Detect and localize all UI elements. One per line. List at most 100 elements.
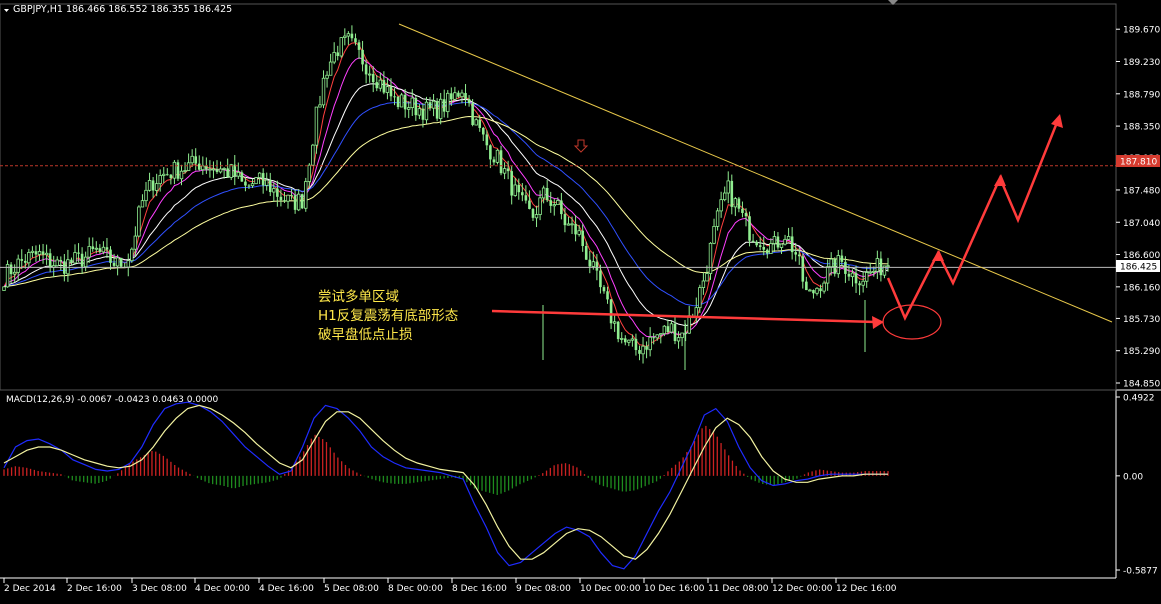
macd-tick-label: 0.00: [1123, 472, 1143, 482]
candle-body-bear: [350, 33, 354, 39]
candle-body-bear: [41, 251, 45, 255]
candle-body-bear: [215, 168, 219, 172]
candle-body-bull: [37, 251, 42, 255]
candle-body-bear: [48, 253, 52, 268]
candle-body-bull: [27, 252, 31, 264]
candle-body-bear: [205, 165, 208, 170]
candle-body-bull: [318, 104, 322, 108]
candle-body-bear: [485, 134, 489, 146]
price-tick-label: 188.790: [1123, 90, 1160, 100]
candle-body-bear: [442, 99, 446, 112]
candle-body-bull: [556, 200, 560, 206]
candle-body-bear: [414, 98, 418, 116]
candle-body-bear: [797, 254, 801, 257]
candle-body-bull: [417, 108, 422, 116]
candle-body-bear: [840, 255, 844, 262]
candle-body-bear: [638, 350, 641, 354]
candle-body-bull: [825, 266, 830, 284]
candle-body-bull: [410, 97, 414, 108]
candle-body-bear: [730, 180, 734, 207]
candle-body-bull: [343, 35, 347, 38]
candle-body-bear: [24, 260, 27, 263]
candle-body-bull: [190, 155, 194, 164]
time-tick-label: 5 Dec 08:00: [324, 584, 379, 594]
time-tick-label: 8 Dec 00:00: [388, 584, 443, 594]
resistance-label: 187.810: [1120, 158, 1157, 168]
candle-body-bear: [91, 246, 95, 249]
candle-body-bull: [669, 323, 674, 333]
candle-body-bull: [431, 100, 436, 109]
candle-body-bear: [517, 184, 521, 193]
candle-body-bear: [336, 52, 340, 56]
candle-body-bull: [172, 161, 177, 179]
candle-body-bear: [109, 249, 112, 263]
candle-body-bull: [218, 168, 223, 173]
candle-body-bull: [307, 164, 312, 182]
candle-body-bull: [73, 252, 77, 264]
candle-body-bull: [655, 334, 659, 339]
candle-body-bull: [314, 106, 319, 146]
candle-body-bear: [801, 256, 805, 282]
candle-body-bull: [133, 235, 138, 250]
candle-body-bear: [563, 214, 567, 226]
candle-body-bear: [673, 323, 677, 341]
candle-body-bear: [98, 248, 102, 252]
candle-body-bear: [478, 119, 482, 128]
candle-body-bull: [701, 280, 706, 288]
candle-body-bear: [467, 99, 471, 104]
candle-body-bear: [279, 196, 283, 201]
candle-body-bear: [371, 74, 375, 83]
candle-body-bear: [599, 270, 602, 288]
candle-body-bear: [751, 240, 755, 242]
candle-body-bull: [446, 92, 450, 113]
current-price-label: 186.425: [1120, 263, 1157, 273]
candle-body-bear: [20, 259, 24, 261]
candle-body-bull: [708, 242, 713, 274]
candle-body-bull: [30, 250, 35, 253]
price-chart-svg[interactable]: 189.670189.230188.790188.350187.920187.4…: [0, 0, 1161, 600]
candle-body-bear: [421, 108, 425, 120]
candle-body-bear: [361, 49, 364, 65]
candle-body-bear: [166, 174, 169, 176]
candle-body-bear: [112, 262, 116, 266]
candle-body-bull: [378, 79, 383, 89]
candle-body-bear: [506, 168, 510, 172]
candle-body-bear: [268, 180, 272, 193]
price-tick-label: 184.850: [1123, 380, 1160, 390]
candle-body-bull: [783, 238, 787, 245]
candle-body-bear: [428, 102, 432, 109]
candle-body-bull: [140, 200, 145, 208]
candle-body-bull: [698, 287, 702, 309]
candle-body-bull: [850, 272, 855, 278]
candle-body-bear: [549, 200, 553, 206]
candle-body-bull: [868, 271, 872, 274]
candle-body-bull: [662, 325, 667, 335]
candle-body-bull: [339, 37, 343, 57]
candle-body-bear: [151, 180, 155, 191]
candle-body-bear: [765, 249, 769, 254]
time-tick-label: 2 Dec 16:00: [67, 584, 122, 594]
candle-body-bull: [815, 287, 819, 294]
candle-body-bull: [12, 271, 17, 275]
candle-body-bull: [236, 171, 241, 177]
candle-body-bull: [115, 257, 120, 267]
candle-body-bear: [396, 96, 400, 107]
candle-body-bull: [453, 92, 457, 100]
candle-body-bull: [733, 198, 738, 208]
candle-body-bull: [137, 206, 141, 237]
price-tick-label: 187.040: [1123, 219, 1160, 229]
candle-body-bull: [94, 247, 99, 250]
candle-body-bear: [244, 181, 247, 186]
candle-body-bull: [304, 181, 308, 209]
time-tick-label: 10 Dec 00:00: [580, 584, 641, 594]
candle-body-bull: [864, 272, 869, 282]
candle-body-bear: [276, 188, 279, 197]
candle-body-bull: [726, 180, 730, 194]
candle-body-bear: [457, 92, 460, 97]
candle-body-bear: [261, 173, 265, 186]
candle-body-bull: [179, 170, 184, 180]
candle-body-bear: [59, 259, 63, 262]
candle-body-bear: [744, 212, 748, 217]
candle-body-bull: [495, 149, 500, 163]
candle-body-bear: [748, 216, 751, 241]
